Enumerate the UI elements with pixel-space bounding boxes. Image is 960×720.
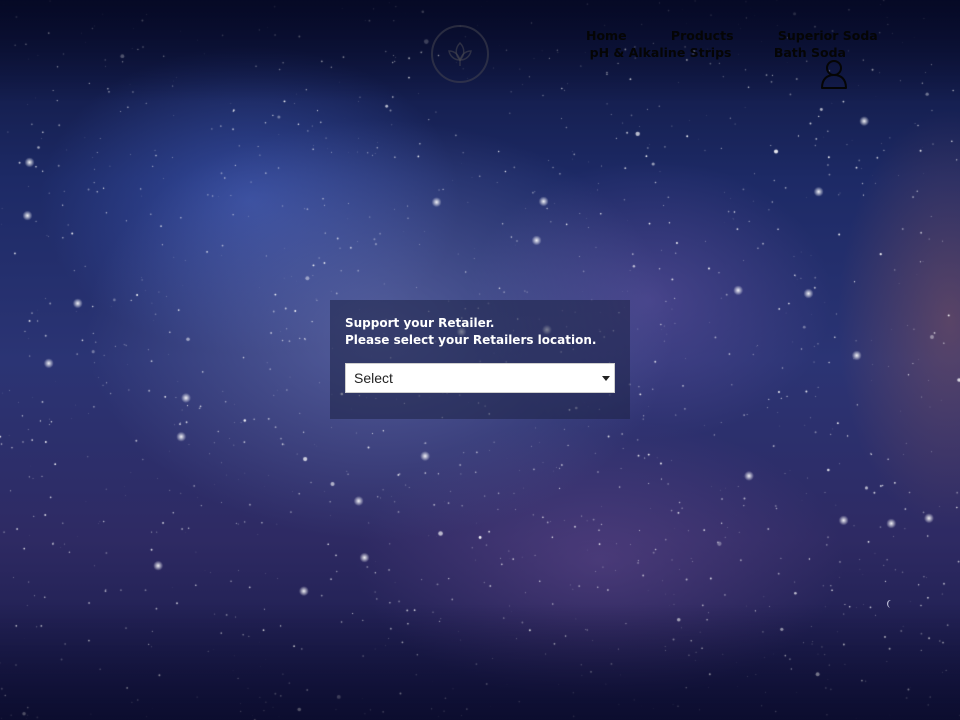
select-value: Select [354, 370, 393, 386]
nav-item-ph-alkaline-strips[interactable]: pH & Alkaline Strips [590, 44, 732, 61]
nav-item-products[interactable]: Products [671, 27, 734, 44]
nav-item-home[interactable]: Home [586, 27, 627, 44]
user-account-icon[interactable] [820, 59, 848, 89]
main-nav: Home Products Superior Soda pH & Alkalin… [546, 27, 878, 61]
retailer-instruction: Please select your Retailers location. [345, 333, 597, 347]
retailer-heading: Support your Retailer. [345, 316, 495, 330]
retailer-panel: Support your Retailer. Please select you… [330, 300, 630, 419]
nav-row-2: pH & Alkaline Strips Bath Soda [546, 44, 846, 61]
crescent-moon-icon [886, 600, 891, 608]
chevron-down-icon [602, 375, 610, 381]
leaf-logo-icon [448, 41, 472, 66]
nav-item-superior-soda[interactable]: Superior Soda [778, 27, 878, 44]
retailer-location-select[interactable]: Select [345, 363, 615, 393]
site-logo[interactable] [431, 25, 489, 83]
nav-row-1: Home Products Superior Soda [546, 27, 878, 44]
